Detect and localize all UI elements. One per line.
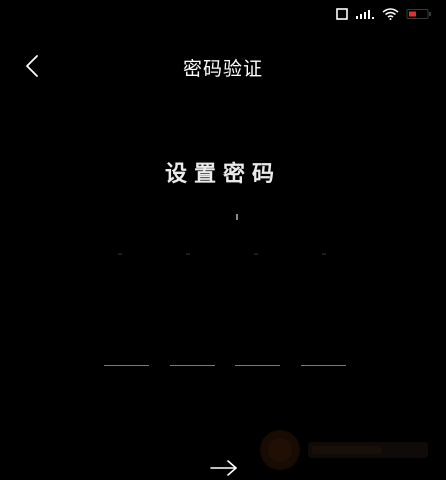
password-digit-slot[interactable] bbox=[300, 352, 346, 368]
header: 密码验证 bbox=[0, 48, 446, 84]
password-digit-slot[interactable] bbox=[235, 352, 281, 368]
sim-icon bbox=[336, 8, 348, 20]
signal-icon bbox=[355, 8, 375, 20]
wifi-icon bbox=[382, 8, 399, 20]
next-button[interactable] bbox=[208, 456, 240, 480]
password-digit-slot[interactable] bbox=[169, 352, 215, 368]
password-input[interactable] bbox=[104, 352, 346, 368]
password-digit-slot[interactable] bbox=[104, 352, 149, 368]
faint-divider bbox=[0, 253, 446, 257]
set-password-heading: 设置密码 bbox=[164, 162, 281, 187]
page-title: 密码验证 bbox=[182, 58, 263, 80]
arrow-right-icon bbox=[210, 460, 237, 476]
battery-icon bbox=[406, 8, 432, 20]
cursor-mark bbox=[236, 214, 238, 220]
watermark-logo bbox=[248, 426, 438, 474]
password-verification-screen: 密码验证 设置密码 bbox=[0, 0, 446, 480]
status-bar bbox=[336, 6, 432, 22]
